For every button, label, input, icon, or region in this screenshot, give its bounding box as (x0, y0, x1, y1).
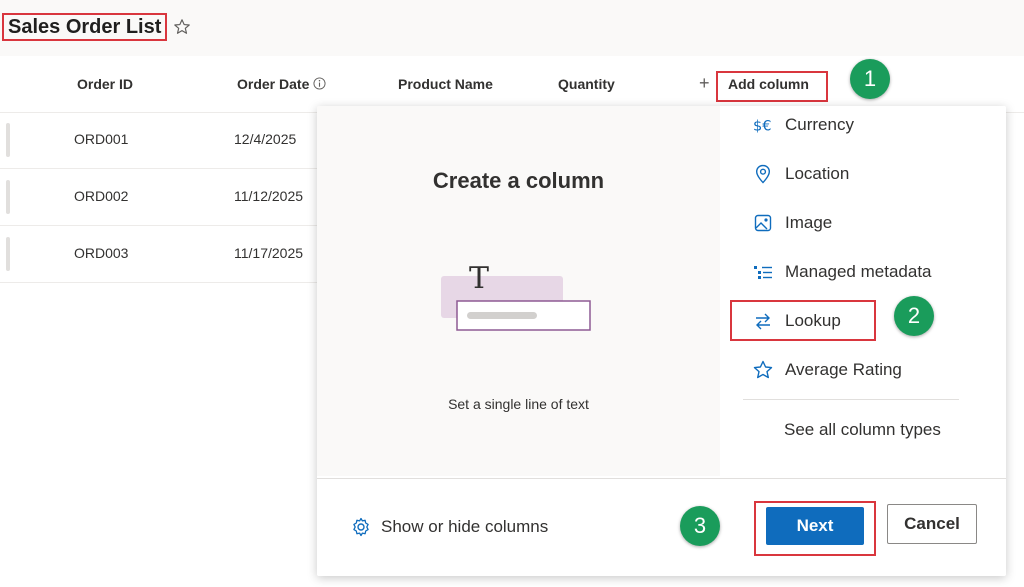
row-selector[interactable] (6, 123, 10, 157)
cell-order-date: 12/4/2025 (234, 131, 297, 147)
add-column-button[interactable]: Add column (716, 71, 828, 102)
column-header-product-name[interactable]: Product Name (398, 76, 493, 92)
cell-order-id: ORD001 (74, 131, 129, 147)
column-header-quantity[interactable]: Quantity (558, 76, 615, 92)
create-column-panel: Create a column T Set a single line of t… (317, 106, 1006, 576)
cell-order-date: 11/17/2025 (234, 245, 304, 261)
managed-metadata-icon (753, 262, 773, 282)
single-line-text-illustration-icon: T (441, 261, 591, 331)
panel-title: Create a column (432, 168, 605, 193)
table-row[interactable]: ORD001 12/4/2025 (0, 112, 330, 169)
cell-order-id: ORD003 (74, 245, 129, 261)
column-header-order-date[interactable]: Order Date (237, 76, 326, 92)
type-list-divider (743, 399, 959, 400)
see-all-column-types-link[interactable]: See all column types (784, 420, 941, 440)
column-header-order-id[interactable]: Order ID (77, 76, 133, 92)
next-button[interactable]: Next (766, 507, 864, 545)
location-icon (753, 164, 773, 184)
step-badge-3: 3 (680, 506, 720, 546)
add-column-plus-icon[interactable]: + (699, 73, 710, 93)
step-badge-2: 2 (894, 296, 934, 336)
page-title: Sales Order List (2, 13, 168, 41)
step-badge-1: 1 (850, 59, 890, 99)
cancel-button[interactable]: Cancel (887, 504, 977, 544)
table-row[interactable]: ORD003 11/17/2025 (0, 226, 330, 283)
row-selector[interactable] (6, 180, 10, 214)
column-type-description: Set a single line of text (448, 396, 589, 412)
column-type-location[interactable]: Location (720, 154, 980, 194)
favorite-star-icon[interactable] (173, 18, 191, 36)
svg-text:$€: $€ (753, 118, 772, 134)
lookup-highlight (730, 300, 876, 341)
table-row[interactable]: ORD002 11/12/2025 (0, 169, 330, 226)
star-icon (753, 360, 773, 380)
cell-order-date: 11/12/2025 (234, 188, 304, 204)
column-type-currency[interactable]: $€ Currency (720, 106, 980, 145)
column-type-managed-metadata[interactable]: Managed metadata (720, 252, 980, 292)
currency-icon: $€ (753, 115, 773, 135)
column-type-average-rating[interactable]: Average Rating (720, 350, 980, 390)
gear-icon (353, 517, 369, 537)
column-preview-area: Create a column T Set a single line of t… (317, 106, 720, 476)
show-hide-columns-link[interactable]: Show or hide columns (351, 517, 548, 537)
svg-text:T: T (469, 261, 489, 296)
info-icon[interactable] (313, 77, 326, 90)
column-type-image[interactable]: Image (720, 203, 980, 243)
cell-order-id: ORD002 (74, 188, 129, 204)
panel-footer: Show or hide columns Next Cancel (317, 478, 1006, 576)
image-icon (753, 213, 773, 233)
row-selector[interactable] (6, 237, 10, 271)
